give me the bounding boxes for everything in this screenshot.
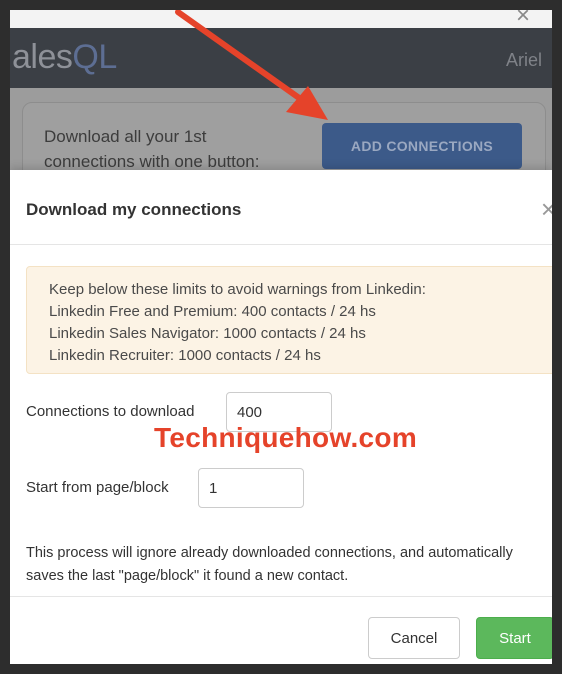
modal-title: Download my connections xyxy=(26,200,242,219)
modal-close-icon[interactable]: × xyxy=(541,196,552,222)
warning-line: Linkedin Recruiter: 1000 contacts / 24 h… xyxy=(49,347,321,364)
watermark: Techniquehow.com xyxy=(154,422,418,453)
start-button[interactable]: Start xyxy=(476,617,552,659)
pointer-arrow-icon xyxy=(175,10,328,120)
connections-label: Connections to download xyxy=(26,403,195,420)
warning-line: Keep below these limits to avoid warning… xyxy=(49,281,426,298)
start-page-label: Start from page/block xyxy=(26,479,169,496)
warning-line: Linkedin Sales Navigator: 1000 contacts … xyxy=(49,325,366,342)
process-info-text: This process will ignore already downloa… xyxy=(26,545,513,584)
start-page-input[interactable] xyxy=(198,468,304,508)
modal-header: Download my connections × xyxy=(10,170,552,245)
download-connections-modal: Download my connections × Keep below the… xyxy=(10,170,552,664)
modal-footer: Cancel Start xyxy=(10,596,552,664)
warning-line: Linkedin Free and Premium: 400 contacts … xyxy=(49,303,376,320)
limits-warning: Keep below these limits to avoid warning… xyxy=(26,266,552,374)
screenshot-frame: × alesQL Ariel Download all your 1st con… xyxy=(10,10,552,664)
user-name[interactable]: Ariel xyxy=(506,50,542,71)
salesql-logo: alesQL xyxy=(12,38,117,76)
window-close-icon: × xyxy=(515,10,530,29)
cancel-button[interactable]: Cancel xyxy=(368,617,460,659)
